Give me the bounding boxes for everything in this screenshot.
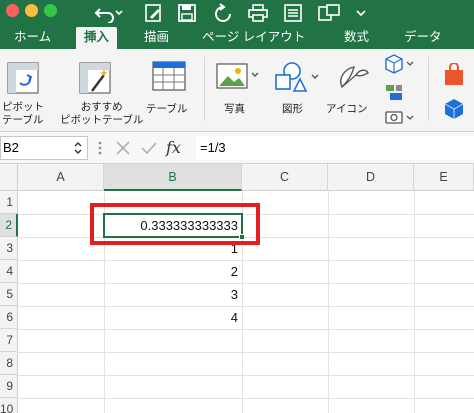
gridline [18, 398, 474, 399]
shapes-button[interactable]: 図形 [268, 57, 322, 127]
row-header-6[interactable]: 6 [0, 306, 18, 329]
shapes-label: 図形 [282, 103, 303, 115]
row-header-1[interactable]: 1 [0, 191, 18, 214]
pivot-table-label: ピボット テーブル [2, 101, 44, 126]
icons-insert-icon [340, 66, 369, 89]
tab-insert[interactable]: 挿入 [76, 27, 118, 51]
table-button[interactable]: テーブル [144, 57, 194, 127]
name-box-value: B2 [3, 140, 19, 155]
row-header-7[interactable]: 7 [0, 329, 18, 352]
gridline [18, 375, 474, 376]
screenshot-button[interactable] [382, 107, 416, 127]
store-icon [445, 62, 463, 85]
name-box[interactable]: B2 [0, 136, 88, 160]
smartart-button[interactable] [382, 81, 416, 103]
tab-draw[interactable]: 描画 [144, 27, 169, 49]
save-icon[interactable] [176, 0, 198, 25]
redo-icon[interactable] [212, 0, 234, 25]
formula-bar: B2 fx =1/3 [0, 132, 474, 164]
select-all-corner[interactable] [0, 164, 18, 191]
picture-label: 写真 [224, 103, 245, 115]
row-header-8[interactable]: 8 [0, 352, 18, 375]
ribbon: ピボット テーブル おすすめ ピボットテーブル テーブル 写真 図形 アイコン [0, 49, 474, 132]
column-header-a[interactable]: A [18, 164, 104, 191]
edit-document-icon[interactable] [142, 0, 166, 25]
gridline [18, 283, 474, 284]
worksheet-grid[interactable]: A B C D E 1 2 3 4 5 6 7 8 9 10 0.3333333… [0, 164, 474, 413]
recommended-pivot-icon [79, 62, 111, 94]
name-box-stepper-icon [74, 142, 82, 154]
tab-formulas[interactable]: 数式 [344, 27, 369, 49]
pivot-table-icon [7, 62, 39, 94]
camera-icon [385, 111, 414, 124]
cancel-formula-icon[interactable] [112, 138, 134, 158]
cell-b5[interactable]: 3 [104, 283, 238, 306]
row-header-5[interactable]: 5 [0, 283, 18, 306]
gridline [328, 191, 329, 413]
row-header-2[interactable]: 2 [0, 214, 18, 237]
3d-cube-icon [385, 54, 414, 74]
row-header-3[interactable]: 3 [0, 237, 18, 260]
insert-function-button[interactable]: fx [166, 136, 190, 160]
maximize-window-button[interactable] [44, 4, 57, 17]
row-header-9[interactable]: 9 [0, 375, 18, 398]
table-label: テーブル [146, 103, 188, 115]
icons-label: アイコン [326, 103, 368, 115]
picture-icon [216, 63, 259, 89]
pivot-table-button[interactable]: ピボット テーブル [2, 57, 44, 127]
highlight-box [90, 203, 260, 245]
store-button[interactable] [442, 62, 466, 87]
undo-icon[interactable] [92, 0, 126, 25]
recommended-pivot-button[interactable]: おすすめ ピボットテーブル [50, 57, 144, 127]
table-icon [152, 61, 186, 91]
ribbon-separator [428, 57, 429, 121]
gridline [18, 352, 474, 353]
column-header-d[interactable]: D [328, 164, 414, 191]
tab-home[interactable]: ホーム [14, 27, 51, 49]
gridline [414, 191, 415, 413]
print-icon[interactable] [246, 0, 270, 25]
tab-data[interactable]: データ [404, 27, 442, 49]
column-header-c[interactable]: C [242, 164, 328, 191]
column-header-e[interactable]: E [414, 164, 474, 191]
3d-models-button[interactable] [382, 53, 416, 75]
form-icon[interactable] [282, 0, 304, 25]
ribbon-separator [204, 57, 205, 121]
row-header-4[interactable]: 4 [0, 260, 18, 283]
recommended-pivot-label: おすすめ ピボットテーブル [60, 101, 144, 126]
picture-button[interactable]: 写真 [212, 57, 264, 127]
minimize-window-button[interactable] [25, 4, 38, 17]
gridline [18, 260, 474, 261]
formula-bar-more-icon[interactable] [92, 138, 108, 158]
my-addins-button[interactable] [442, 97, 466, 121]
column-header-b[interactable]: B [104, 164, 242, 191]
ribbon-tab-bar: ホーム 挿入 描画 ページ レイアウト 数式 データ [0, 27, 474, 51]
gridline [18, 329, 474, 330]
share-sheet-icon[interactable] [316, 0, 342, 25]
toolbar-chevron-down-icon[interactable] [354, 0, 368, 25]
icons-button[interactable]: アイコン [326, 57, 378, 127]
title-bar [0, 0, 474, 27]
row-header-10[interactable]: 10 [0, 398, 18, 413]
shapes-icon [275, 62, 319, 92]
cell-b6[interactable]: 4 [104, 306, 238, 329]
confirm-formula-icon[interactable] [138, 138, 160, 158]
cell-b4[interactable]: 2 [104, 260, 238, 283]
close-window-button[interactable] [6, 4, 19, 17]
tab-page-layout[interactable]: ページ レイアウト [202, 27, 305, 49]
formula-input[interactable]: =1/3 [196, 136, 474, 160]
smartart-icon [386, 85, 402, 100]
gridline [18, 306, 474, 307]
addins-icon [444, 99, 464, 119]
